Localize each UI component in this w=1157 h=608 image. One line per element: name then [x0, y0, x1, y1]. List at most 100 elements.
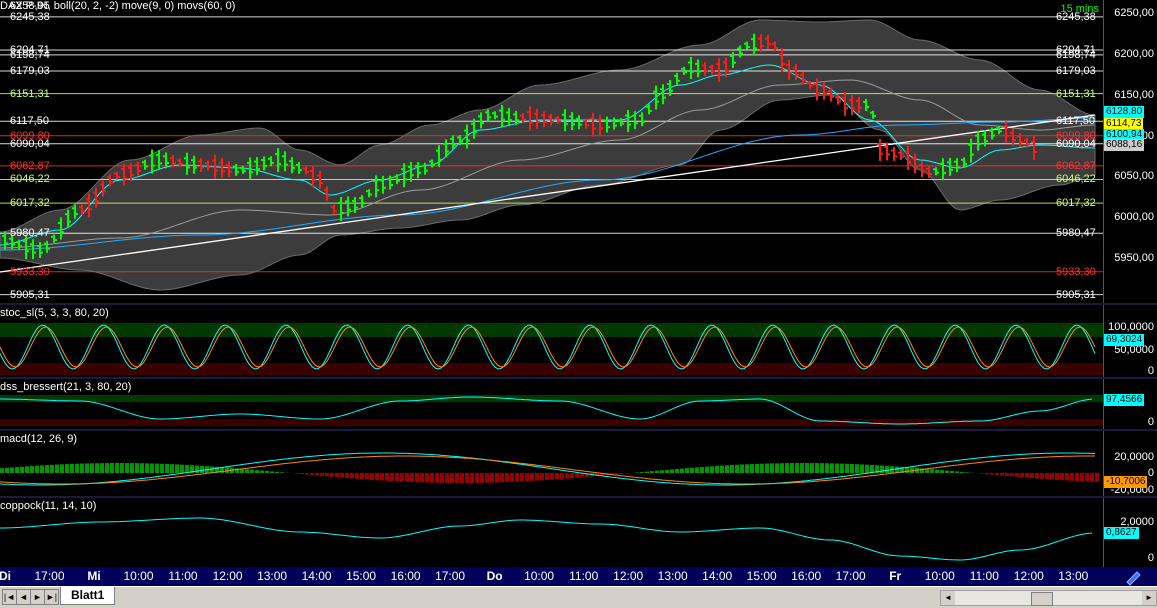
macd-histogram-bar — [410, 473, 414, 482]
macd-histogram-bar — [250, 470, 254, 473]
left-level-label: 5905,31 — [10, 289, 50, 301]
coppock-canvas[interactable] — [0, 498, 1103, 567]
macd-histogram-bar — [705, 467, 709, 473]
time-axis-label: 13:00 — [1058, 569, 1088, 583]
last-sheet-button[interactable]: ►| — [44, 589, 59, 605]
dss-canvas[interactable] — [0, 379, 1103, 429]
time-axis-label: Mi — [87, 569, 100, 583]
macd-histogram-bar — [880, 466, 884, 473]
macd-histogram-bar — [325, 473, 329, 476]
stochastic-canvas[interactable] — [0, 305, 1103, 377]
macd-histogram-bar — [100, 463, 104, 473]
price-chart-canvas[interactable] — [0, 0, 1103, 303]
macd-histogram-bar — [555, 473, 559, 479]
macd-histogram-bar — [135, 463, 139, 473]
macd-histogram-bar — [960, 472, 964, 473]
macd-histogram-bar — [165, 464, 169, 473]
macd-histogram-bar — [530, 473, 534, 481]
macd-histogram-bar — [1030, 473, 1034, 478]
time-axis-label: 17:00 — [34, 569, 64, 583]
macd-histogram-bar — [305, 473, 309, 475]
macd-histogram-bar — [1035, 473, 1039, 478]
macd-histogram-bar — [455, 473, 459, 483]
macd-histogram-bar — [150, 463, 154, 473]
macd-histogram-bar — [1055, 473, 1059, 480]
time-axis-label: 10:00 — [925, 569, 955, 583]
macd-histogram-bar — [210, 466, 214, 473]
macd-histogram-bar — [785, 463, 789, 473]
left-level-label: 6017,32 — [10, 197, 50, 209]
macd-histogram-bar — [145, 463, 149, 473]
horizontal-scrollbar[interactable]: ◄ ► — [940, 590, 1157, 606]
macd-histogram-bar — [650, 471, 654, 473]
macd-histogram-bar — [805, 463, 809, 473]
coppock-panel[interactable]: coppock(11, 14, 10) — [0, 498, 1103, 567]
macd-histogram-bar — [260, 470, 264, 473]
macd-histogram-bar — [435, 473, 439, 483]
macd-histogram-bar — [730, 465, 734, 473]
macd-histogram-bar — [800, 463, 804, 473]
macd-canvas[interactable] — [0, 431, 1103, 496]
macd-histogram-bar — [575, 473, 579, 478]
macd-histogram-bar — [380, 473, 384, 480]
stochastic-panel[interactable]: stoc_sl(5, 3, 3, 80, 20) — [0, 305, 1103, 377]
macd-histogram-bar — [735, 465, 739, 473]
macd-panel[interactable]: macd(12, 26, 9) — [0, 431, 1103, 496]
macd-histogram-bar — [195, 465, 199, 473]
next-sheet-button[interactable]: ► — [30, 589, 45, 605]
macd-histogram-bar — [120, 463, 124, 473]
dss-panel[interactable]: dss_bressert(21, 3, 80, 20) — [0, 379, 1103, 429]
macd-histogram-bar — [140, 463, 144, 473]
macd-histogram-bar — [270, 471, 274, 473]
price-axis[interactable]: 6250,006200,006150,006100,006050,006000,… — [1103, 0, 1157, 303]
macd-histogram-bar — [320, 473, 324, 476]
macd-histogram-bar — [520, 473, 524, 481]
price-chart-panel[interactable]: DAX P-IN, boll(20, 2, -2) move(9, 0) mov… — [0, 0, 1103, 303]
left-level-label: 6046,22 — [10, 173, 50, 185]
macd-tick-0: 0 — [1148, 467, 1154, 479]
scroll-left-arrow-icon[interactable]: ◄ — [941, 591, 955, 605]
macd-histogram-bar — [540, 473, 544, 480]
macd-histogram-bar — [965, 472, 969, 473]
macd-histogram-bar — [570, 473, 574, 478]
macd-histogram-bar — [865, 465, 869, 473]
scroll-thumb[interactable] — [1031, 592, 1053, 606]
macd-histogram-bar — [830, 463, 834, 473]
draw-tool-corner[interactable] — [1103, 567, 1157, 586]
macd-histogram-bar — [470, 473, 474, 483]
price-axis-tick: 5950,00 — [1114, 252, 1154, 264]
macd-histogram-bar — [765, 464, 769, 473]
macd-histogram-bar — [815, 463, 819, 473]
right-level-label: 6117,50 — [1056, 115, 1095, 127]
macd-histogram-bar — [25, 466, 29, 473]
time-axis[interactable]: Di17:00Mi10:0011:0012:0013:0014:0015:001… — [0, 567, 1157, 586]
macd-histogram-bar — [980, 473, 984, 474]
macd-histogram-bar — [95, 463, 99, 473]
time-axis-label: 12:00 — [1014, 569, 1044, 583]
macd-histogram-bar — [60, 464, 64, 473]
macd-histogram-bar — [550, 473, 554, 480]
macd-histogram-bar — [105, 463, 109, 473]
macd-histogram-bar — [40, 465, 44, 473]
macd-histogram-bar — [425, 473, 429, 483]
pen-icon[interactable] — [1103, 567, 1157, 586]
macd-histogram-bar — [45, 465, 49, 473]
macd-line — [0, 453, 1095, 485]
macd-histogram-bar — [460, 473, 464, 483]
macd-histogram-bar — [945, 471, 949, 473]
macd-histogram-bar — [480, 473, 484, 483]
price-axis-tick: 6200,00 — [1114, 48, 1154, 60]
macd-histogram-bar — [680, 469, 684, 473]
right-level-label: 6151,31 — [1056, 88, 1096, 100]
scroll-right-arrow-icon[interactable]: ► — [1142, 591, 1156, 605]
macd-histogram-bar — [710, 466, 714, 473]
first-sheet-button[interactable]: |◄ — [2, 589, 17, 605]
macd-histogram-bar — [755, 464, 759, 473]
time-axis-label: 15:00 — [346, 569, 376, 583]
macd-histogram-bar — [1020, 473, 1024, 477]
macd-histogram-bar — [355, 473, 359, 479]
prev-sheet-button[interactable]: ◄ — [16, 589, 31, 605]
macd-histogram-bar — [820, 463, 824, 473]
sheet-tab-blatt1[interactable]: Blatt1 — [60, 587, 115, 605]
macd-histogram-bar — [90, 463, 94, 473]
